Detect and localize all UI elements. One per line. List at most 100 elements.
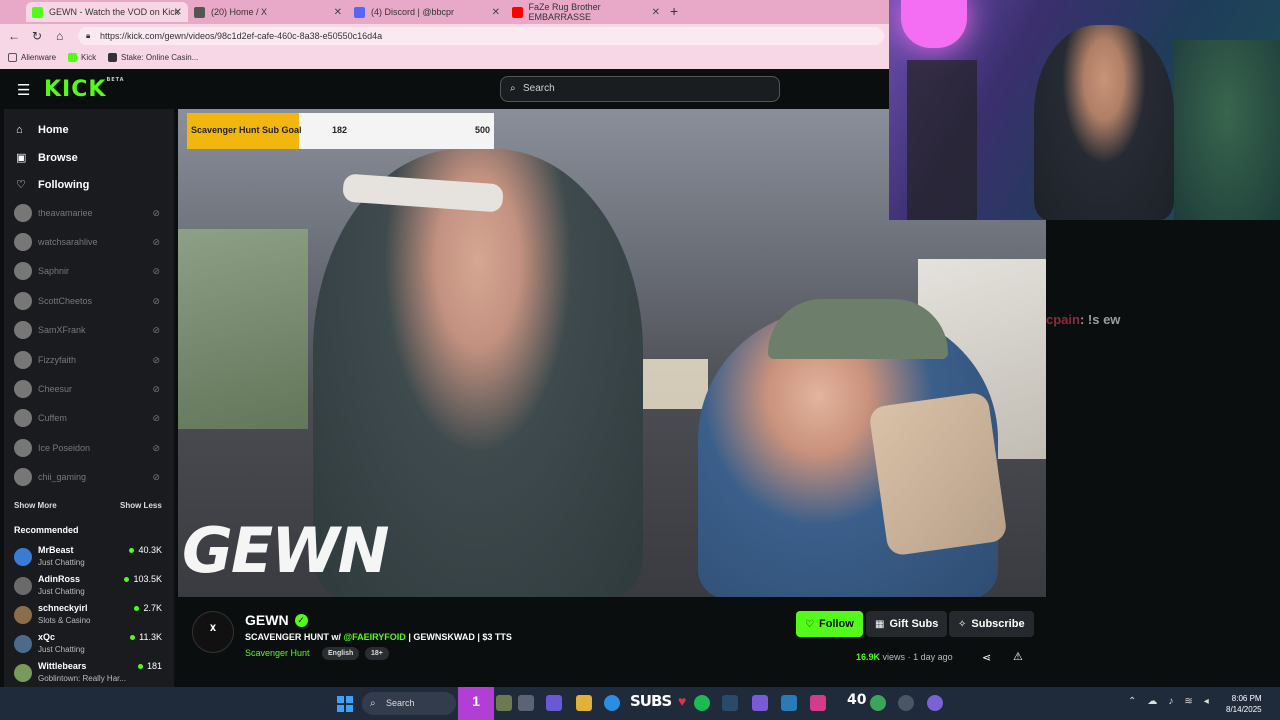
stream-category[interactable]: Scavenger Hunt bbox=[245, 648, 310, 658]
chat-username[interactable]: cpain bbox=[1046, 312, 1080, 327]
tag-english[interactable]: English bbox=[322, 647, 360, 660]
share-icon[interactable]: ⋖ bbox=[982, 651, 991, 664]
webcam-scene-lamp bbox=[901, 0, 967, 48]
search-input[interactable]: ⌕ Search bbox=[500, 76, 780, 102]
live-dot-icon bbox=[137, 663, 143, 669]
browser-tab[interactable]: GEWN - Watch the VOD on Kick ✕ bbox=[26, 2, 188, 22]
followed-channel[interactable]: watchsarahlive ⊘ bbox=[14, 231, 164, 253]
browser-tab[interactable]: (20) Home / X ✕ bbox=[188, 2, 348, 22]
sidebar-item-browse[interactable]: ▣ Browse bbox=[16, 151, 78, 165]
recommended-channel[interactable]: MrBeast Just Chatting 40.3K bbox=[14, 543, 164, 571]
app-icon[interactable] bbox=[781, 695, 797, 711]
channel-name: xQc bbox=[38, 632, 56, 642]
browser-tab[interactable]: FaZe Rug Brother EMBARRASSE ✕ bbox=[506, 2, 666, 22]
app-icon[interactable] bbox=[898, 695, 914, 711]
channel-watermark: GEWN bbox=[182, 514, 390, 587]
file-explorer-icon[interactable] bbox=[576, 695, 592, 711]
app-icon[interactable] bbox=[518, 695, 534, 711]
channel-name: Fizzyfaith bbox=[38, 355, 77, 365]
report-icon[interactable]: ⚠ bbox=[1013, 650, 1023, 663]
menu-icon[interactable]: ☰ bbox=[17, 81, 30, 99]
search-placeholder: Search bbox=[523, 83, 555, 94]
kick-logo[interactable]: KICKBETA bbox=[44, 77, 125, 102]
followed-channel[interactable]: Cheesur ⊘ bbox=[14, 378, 164, 400]
back-icon[interactable]: ← bbox=[8, 29, 20, 43]
sub-goal-target: 500 bbox=[474, 125, 490, 135]
wifi-icon[interactable]: ≋ bbox=[1184, 696, 1192, 707]
sidebar-item-label: Browse bbox=[38, 151, 78, 164]
avatar bbox=[14, 664, 32, 682]
show-more-button[interactable]: Show More bbox=[14, 501, 57, 510]
sidebar-item-label: Home bbox=[38, 124, 69, 136]
close-icon[interactable]: ✕ bbox=[652, 7, 660, 18]
offline-icon: ⊘ bbox=[152, 324, 160, 335]
followed-channel[interactable]: theavamariee ⊘ bbox=[14, 202, 164, 224]
new-tab-icon[interactable]: + bbox=[670, 3, 678, 19]
recommended-channel[interactable]: Wittlebears Goblintown: Really Har... 18… bbox=[14, 659, 164, 687]
followed-channel[interactable]: Fizzyfaith ⊘ bbox=[14, 349, 164, 371]
sidebar-item-following[interactable]: ♡ Following bbox=[16, 178, 89, 192]
avatar bbox=[14, 439, 32, 457]
app-icon[interactable] bbox=[927, 695, 943, 711]
offline-icon: ⊘ bbox=[152, 412, 160, 423]
volume-icon[interactable]: ◂ bbox=[1204, 696, 1209, 707]
sidebar-item-home[interactable]: ⌂ Home bbox=[16, 124, 69, 136]
followed-channel[interactable]: Saphnir ⊘ bbox=[14, 260, 164, 282]
url-field[interactable]: 🔒︎ https://kick.com/gewn/videos/98c1d2ef… bbox=[78, 27, 884, 45]
edge-icon[interactable] bbox=[604, 695, 620, 711]
channel-name[interactable]: GEWN bbox=[245, 612, 289, 628]
close-icon[interactable]: ✕ bbox=[174, 7, 182, 18]
start-button[interactable] bbox=[337, 696, 353, 712]
followed-channel[interactable]: ScottCheetos ⊘ bbox=[14, 290, 164, 312]
show-less-button[interactable]: Show Less bbox=[120, 501, 162, 510]
channel-name: Cuffem bbox=[38, 413, 67, 423]
chevron-up-icon[interactable]: ⌃ bbox=[1128, 696, 1136, 707]
channel-category: Slots & Casino bbox=[38, 616, 91, 625]
stream-title-prefix: SCAVENGER HUNT w/ bbox=[245, 632, 341, 642]
steam-icon[interactable] bbox=[722, 695, 738, 711]
microphone-icon[interactable]: ♪ bbox=[1168, 696, 1173, 707]
browser-icon[interactable] bbox=[810, 695, 826, 711]
stream-title-suffix: | GEWNSKWAD | $3 TTS bbox=[408, 632, 512, 642]
channel-avatar[interactable]: ᕁ bbox=[192, 611, 234, 653]
follow-button[interactable]: ♡ Follow bbox=[796, 611, 863, 637]
webcam-scene-person bbox=[1034, 25, 1174, 220]
browser-tab[interactable]: (4) Discord | @bbcpr ✕ bbox=[348, 2, 506, 22]
app-icon[interactable] bbox=[496, 695, 512, 711]
subs-overlay-label: SUBS bbox=[630, 692, 672, 710]
channel-name: Ice Poseidon bbox=[38, 443, 91, 453]
recommended-channel[interactable]: xQc Just Chatting 11.3K bbox=[14, 630, 164, 658]
system-clock[interactable]: 8:06 PM 8/14/2025 bbox=[1226, 693, 1262, 715]
followed-channel[interactable]: chii_gaming ⊘ bbox=[14, 466, 164, 488]
stake-icon bbox=[108, 53, 117, 62]
close-icon[interactable]: ✕ bbox=[334, 7, 342, 18]
recommended-channel[interactable]: AdinRoss Just Chatting 103.5K bbox=[14, 572, 164, 600]
reload-icon[interactable]: ↻ bbox=[32, 29, 42, 43]
app-icon[interactable] bbox=[546, 695, 562, 711]
tag-18-plus[interactable]: 18+ bbox=[365, 647, 389, 660]
channel-name: chii_gaming bbox=[38, 472, 87, 482]
xbox-icon[interactable] bbox=[870, 695, 886, 711]
chat-message: cpain: !s ew bbox=[1046, 312, 1120, 327]
recommended-channel[interactable]: schneckyirl Slots & Casino 2.7K bbox=[14, 601, 164, 629]
cloud-icon[interactable]: ☁ bbox=[1147, 696, 1157, 707]
avatar bbox=[14, 292, 32, 310]
bookmark-item[interactable]: Alienware bbox=[8, 53, 56, 62]
bookmark-item[interactable]: Stake: Online Casin... bbox=[108, 53, 198, 62]
windows-logo-icon bbox=[337, 705, 344, 712]
followed-channel[interactable]: Ice Poseidon ⊘ bbox=[14, 437, 164, 459]
clock-date: 8/14/2025 bbox=[1226, 705, 1262, 714]
app-icon[interactable] bbox=[752, 695, 768, 711]
video-scene-window bbox=[178, 229, 308, 429]
followed-channel[interactable]: Cuffem ⊘ bbox=[14, 407, 164, 429]
bookmark-item[interactable]: Kick bbox=[68, 53, 96, 62]
taskbar-search[interactable]: ⌕ Search bbox=[362, 692, 456, 715]
gift-subs-button[interactable]: ▦ Gift Subs bbox=[866, 611, 948, 637]
close-icon[interactable]: ✕ bbox=[492, 7, 500, 18]
home-icon[interactable]: ⌂ bbox=[56, 29, 63, 43]
spotify-icon[interactable] bbox=[694, 695, 710, 711]
offline-icon: ⊘ bbox=[152, 236, 160, 247]
subscribe-button[interactable]: ✧ Subscribe bbox=[949, 611, 1034, 637]
followed-channel[interactable]: SamXFrank ⊘ bbox=[14, 319, 164, 341]
stream-title-mention[interactable]: @FAEIRYFOID bbox=[343, 632, 405, 642]
